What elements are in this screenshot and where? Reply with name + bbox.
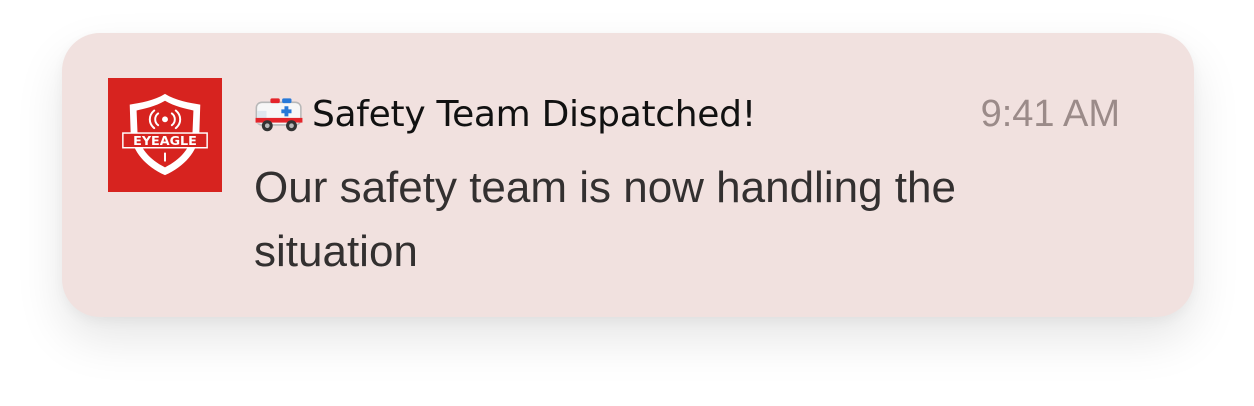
notification-time: 9:41 AM: [980, 92, 1120, 135]
notification-message: Our safety team is now handling the situ…: [254, 163, 956, 276]
notification-card[interactable]: EYEAGLE Safety Team Dispatched! 9:41 AM …: [62, 33, 1194, 317]
notification-header: Safety Team Dispatched! 9:41 AM: [254, 85, 1120, 143]
notification-title: Safety Team Dispatched!: [312, 93, 756, 135]
eyeagle-logo-icon: EYEAGLE: [108, 78, 222, 192]
notification-stage: EYEAGLE Safety Team Dispatched! 9:41 AM …: [0, 0, 1254, 406]
ambulance-emoji-icon: [254, 92, 304, 136]
eyeagle-shield-icon: EYEAGLE: [122, 93, 208, 176]
eyeagle-logo-text: EYEAGLE: [133, 134, 197, 149]
